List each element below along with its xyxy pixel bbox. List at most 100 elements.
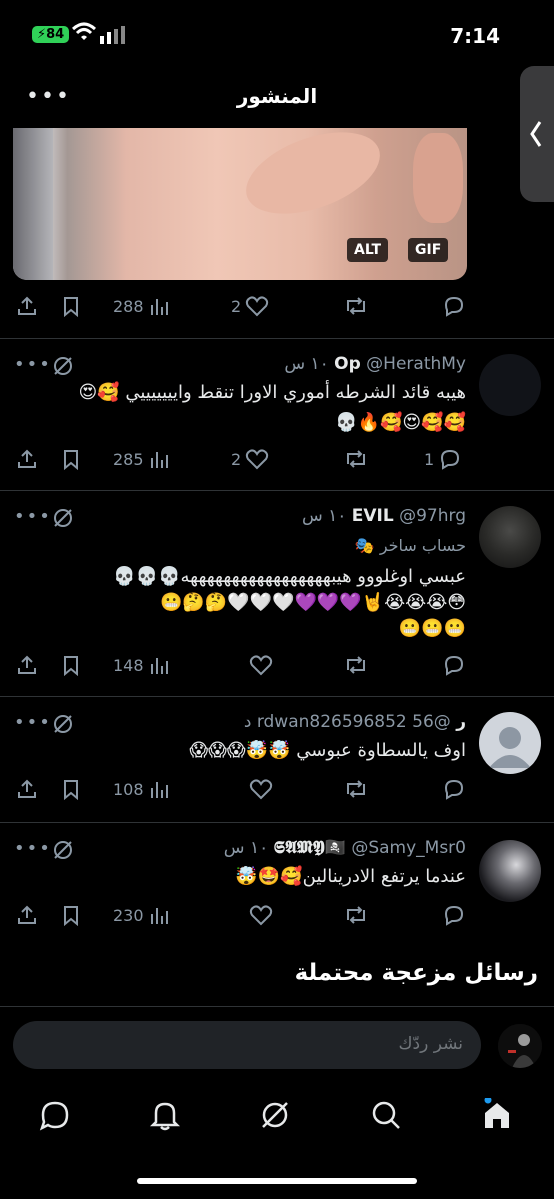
user-avatar[interactable] (498, 1024, 542, 1068)
views-button[interactable]: 230 (113, 900, 170, 930)
grok-icon[interactable] (52, 507, 74, 529)
tweet-author-row: Op @HerathMy ١٠ س (284, 354, 466, 374)
views-count: 108 (113, 779, 144, 799)
post-action-bar: 288 2 (0, 291, 554, 321)
reply-input[interactable]: نشر ردّك (13, 1021, 481, 1069)
tweet-action-bar: 230 (0, 900, 554, 930)
bell-icon (149, 1102, 181, 1131)
share-icon (18, 449, 36, 468)
repost-button[interactable] (343, 291, 369, 321)
reply-button[interactable] (442, 650, 466, 680)
avatar[interactable] (479, 506, 541, 568)
nav-grok[interactable] (258, 1098, 292, 1132)
repost-icon (347, 450, 365, 468)
avatar[interactable] (479, 840, 541, 902)
bookmark-button[interactable] (60, 900, 82, 930)
nav-messages[interactable] (38, 1098, 72, 1132)
default-avatar-icon (489, 727, 531, 768)
nav-search[interactable] (369, 1098, 403, 1132)
like-button[interactable] (249, 650, 273, 680)
tweet-action-bar: 108 (0, 774, 554, 804)
author-name[interactable]: ر (456, 712, 466, 732)
bookmark-icon (64, 450, 78, 470)
author-handle[interactable]: @Samy_Msr0 (351, 838, 466, 858)
views-icon (150, 908, 168, 924)
bookmark-button[interactable] (60, 774, 82, 804)
bottom-navigation (0, 1086, 554, 1146)
share-button[interactable] (16, 291, 38, 321)
nav-home[interactable] (480, 1096, 514, 1132)
divider (0, 696, 554, 697)
author-handle[interactable]: @HerathMy (366, 354, 466, 374)
share-button[interactable] (16, 444, 38, 474)
bookmark-icon (64, 297, 78, 317)
alt-badge[interactable]: ALT (347, 238, 388, 262)
reply-button[interactable]: 1 (424, 444, 462, 474)
tweet-author-row: EVIL @97hrg ١٠ س (302, 506, 466, 526)
grok-icon[interactable] (52, 355, 74, 377)
repost-button[interactable] (343, 900, 369, 930)
gif-badge: GIF (408, 238, 449, 262)
tweet-text-line3: 😬😬😬 (398, 618, 466, 639)
heart-icon (249, 655, 273, 676)
battery-indicator: ⚡84 (32, 26, 70, 43)
tweet-more-button[interactable]: ••• (14, 838, 52, 859)
divider (0, 338, 554, 339)
avatar[interactable] (479, 354, 541, 416)
avatar[interactable] (479, 712, 541, 774)
author-handle[interactable]: @97hrg (399, 506, 466, 526)
bookmark-icon (64, 656, 78, 676)
bookmark-icon (64, 906, 78, 926)
views-icon (150, 658, 168, 674)
tweet-more-button[interactable]: ••• (14, 712, 52, 733)
tweet-author-row: 𝕾𝕬𝕸𝖄🏴‍☠️ @Samy_Msr0 ١٠ س (224, 838, 466, 858)
reply-button[interactable] (442, 900, 466, 930)
like-button[interactable] (249, 774, 273, 804)
like-button[interactable]: 2 (231, 291, 269, 321)
like-button[interactable]: 2 (231, 444, 269, 474)
parody-label: حساب ساخر 🎭 (354, 536, 466, 555)
nav-notifications[interactable] (148, 1098, 182, 1132)
clock: 7:14 (450, 24, 500, 48)
reply-button[interactable] (442, 291, 466, 321)
share-icon (18, 655, 36, 674)
share-button[interactable] (16, 900, 38, 930)
author-name[interactable]: 𝕾𝕬𝕸𝖄🏴‍☠️ (274, 838, 346, 858)
share-button[interactable] (16, 650, 38, 680)
status-bar: ⚡84 7:14 (0, 0, 554, 70)
like-count: 2 (231, 449, 242, 469)
post-media-gif[interactable]: ALT GIF (13, 128, 467, 280)
reply-icon (441, 449, 460, 470)
grok-icon[interactable] (52, 713, 74, 735)
reply-button[interactable] (442, 774, 466, 804)
tweet-text: هيبه قائد الشرطه أموري الاورا تنقط واييي… (78, 382, 466, 403)
bookmark-button[interactable] (60, 650, 82, 680)
repost-button[interactable] (343, 774, 369, 804)
signal-icon (100, 26, 125, 44)
repost-button[interactable] (343, 650, 369, 680)
views-button[interactable]: 288 (113, 291, 170, 321)
share-icon (18, 905, 36, 924)
heart-icon (249, 905, 273, 926)
views-button[interactable]: 108 (113, 774, 170, 804)
views-button[interactable]: 148 (113, 650, 170, 680)
bookmark-button[interactable] (60, 444, 82, 474)
reply-icon (444, 779, 464, 800)
tweet-time: ١٠ س (284, 354, 329, 374)
grok-icon[interactable] (52, 839, 74, 861)
bookmark-button[interactable] (60, 291, 82, 321)
side-panel-handle[interactable] (520, 66, 554, 202)
tweet-action-bar: 285 2 1 (0, 444, 554, 474)
reply-placeholder: نشر ردّك (398, 1034, 463, 1054)
tweet-more-button[interactable]: ••• (14, 354, 52, 375)
share-button[interactable] (16, 774, 38, 804)
tweet-more-button[interactable]: ••• (14, 506, 52, 527)
divider (0, 490, 554, 491)
section-title[interactable]: رسائل مزعجة محتملة (295, 960, 538, 986)
repost-button[interactable] (343, 444, 369, 474)
author-name[interactable]: EVIL (352, 506, 394, 526)
author-name[interactable]: Op (334, 354, 361, 374)
repost-icon (347, 780, 365, 798)
views-button[interactable]: 285 (113, 444, 170, 474)
like-button[interactable] (249, 900, 273, 930)
